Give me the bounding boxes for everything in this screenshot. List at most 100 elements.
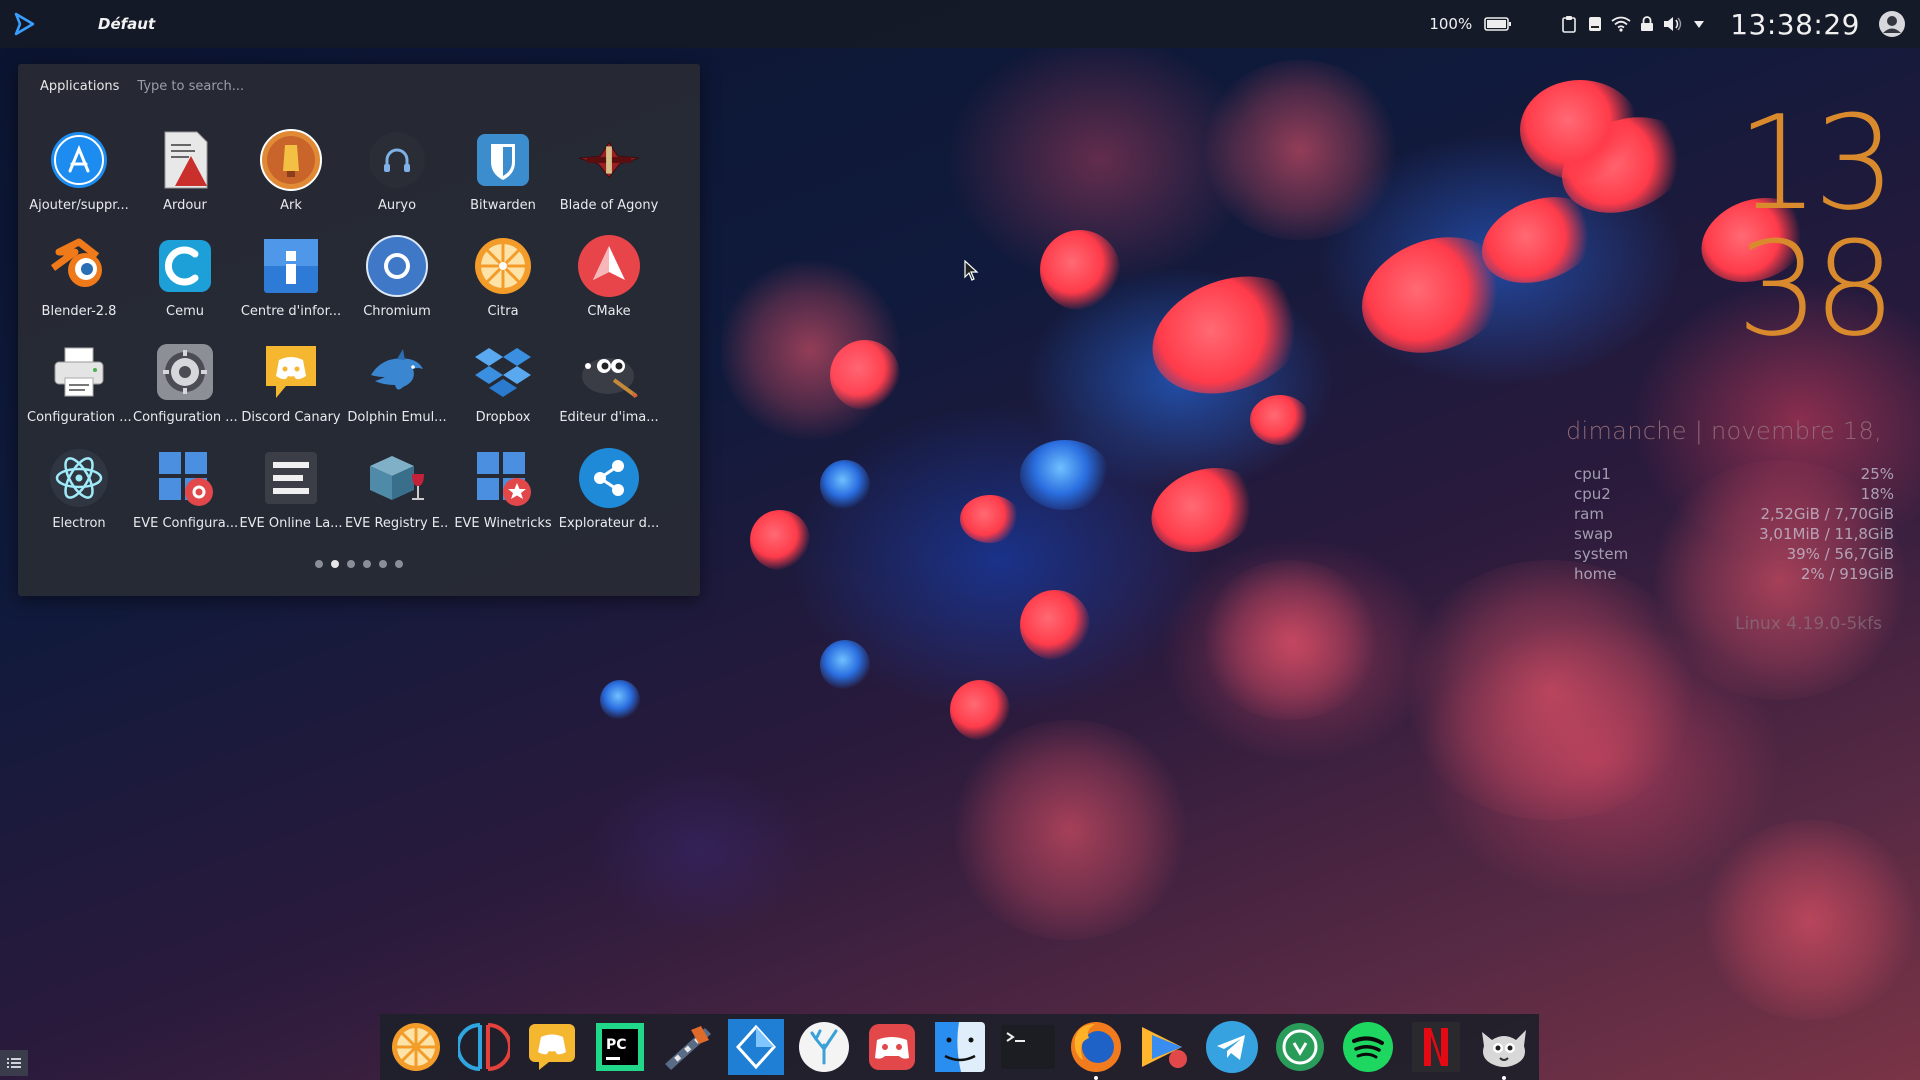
app-configuration-printer[interactable]: Configuration ... xyxy=(26,332,132,438)
sysmon-row: cpu2 18% xyxy=(1574,484,1894,504)
vpn-icon xyxy=(1276,1023,1324,1071)
app-blade-of-agony[interactable]: Blade of Agony xyxy=(556,120,662,226)
app-ark[interactable]: Ark xyxy=(238,120,344,226)
dock-item-media-player[interactable] xyxy=(1136,1019,1192,1075)
app-label: Configuration ... xyxy=(27,410,131,425)
app-citra[interactable]: Citra xyxy=(450,226,556,332)
battery-percent: 100% xyxy=(1429,15,1473,33)
dropbox-icon xyxy=(471,340,535,404)
clipboard-icon[interactable] xyxy=(1559,14,1579,34)
bitwarden-icon xyxy=(471,128,535,192)
dock-item-citra[interactable] xyxy=(388,1019,444,1075)
volume-icon[interactable] xyxy=(1663,14,1683,34)
page-dot[interactable] xyxy=(395,560,403,568)
clock-minutes: 38 xyxy=(1736,213,1896,365)
app-label: Centre d'infor... xyxy=(240,304,342,319)
user-icon[interactable] xyxy=(1878,10,1906,38)
page-dot[interactable] xyxy=(363,560,371,568)
dock-item-terminal[interactable] xyxy=(1000,1019,1056,1075)
sysmon-name: cpu2 xyxy=(1574,485,1611,503)
app-electron[interactable]: Electron xyxy=(26,438,132,544)
app-label: Éditeur d'ima... xyxy=(559,410,659,425)
dock-item-firefox[interactable] xyxy=(1068,1019,1124,1080)
terminal-icon xyxy=(1001,1025,1055,1069)
dock-item-gimp[interactable] xyxy=(1476,1019,1532,1080)
app-dolphin-emulator[interactable]: Dolphin Emul... xyxy=(344,332,450,438)
dock-item-finder[interactable] xyxy=(932,1019,988,1075)
sysmon-row: system 39% / 56,7GiB xyxy=(1574,544,1894,564)
dock-item-netflix[interactable] xyxy=(1408,1019,1464,1075)
app-label: EVE Configura... xyxy=(133,516,237,531)
app-eve-winetricks[interactable]: EVE Winetricks xyxy=(450,438,556,544)
app-editeur-image[interactable]: Éditeur d'ima... xyxy=(556,332,662,438)
app-eve-online-launcher[interactable]: EVE Online La... xyxy=(238,438,344,544)
dock-item-discord[interactable] xyxy=(524,1019,580,1075)
list-icon xyxy=(7,1058,21,1068)
page-dot[interactable] xyxy=(379,560,387,568)
search-input[interactable] xyxy=(137,72,658,100)
app-discord-canary[interactable]: Discord Canary xyxy=(238,332,344,438)
app-ardour[interactable]: Ardour xyxy=(132,120,238,226)
app-blender[interactable]: Blender-2.8 xyxy=(26,226,132,332)
page-indicator xyxy=(18,560,700,568)
page-dot[interactable] xyxy=(347,560,355,568)
sysmon-value: 3,01MiB / 11,8GiB xyxy=(1759,525,1894,543)
app-label: Blade of Agony xyxy=(559,198,659,213)
blade-of-agony-icon xyxy=(577,128,641,192)
share-explorer-icon xyxy=(577,446,641,510)
app-dropbox[interactable]: Dropbox xyxy=(450,332,556,438)
kernel-version: Linux 4.19.0-5kfs xyxy=(1735,614,1882,634)
app-ajouter-supprimer[interactable]: Ajouter/suppr... xyxy=(26,120,132,226)
show-desktop-button[interactable] xyxy=(0,1050,28,1076)
app-eve-registry-editor[interactable]: EVE Registry E... xyxy=(344,438,450,544)
dock-item-video-editor[interactable] xyxy=(660,1019,716,1075)
lock-icon[interactable] xyxy=(1637,14,1657,34)
activity-label[interactable]: Défaut xyxy=(98,15,155,33)
app-label: EVE Online La... xyxy=(239,516,343,531)
clock-hours: 13 xyxy=(1736,87,1896,239)
dock-item-game-controller[interactable] xyxy=(864,1019,920,1075)
battery-icon[interactable] xyxy=(1483,14,1513,34)
wifi-icon[interactable] xyxy=(1611,14,1631,34)
dock-item-sublime-merge[interactable] xyxy=(728,1019,784,1075)
panel-clock[interactable]: 13:38:29 xyxy=(1730,8,1860,41)
app-eve-configuration[interactable]: EVE Configura... xyxy=(132,438,238,544)
app-label: Auryo xyxy=(377,198,417,213)
app-cmake[interactable]: CMake xyxy=(556,226,662,332)
dock-item-telegram[interactable] xyxy=(1204,1019,1260,1075)
sysmon-value: 25% xyxy=(1860,465,1894,483)
page-dot[interactable] xyxy=(315,560,323,568)
dock-item-vpn[interactable] xyxy=(1272,1019,1328,1075)
appstore-icon xyxy=(47,128,111,192)
launcher-button[interactable] xyxy=(0,0,48,48)
app-label: Electron xyxy=(52,516,106,531)
telegram-icon xyxy=(1206,1021,1258,1073)
app-centre-information[interactable]: Centre d'infor... xyxy=(238,226,344,332)
play-logo-icon xyxy=(14,12,35,36)
drive-icon[interactable] xyxy=(1585,14,1605,34)
gimp-icon xyxy=(1482,1030,1526,1067)
app-explorateur[interactable]: Explorateur d... xyxy=(556,438,662,544)
app-label: Cemu xyxy=(166,304,204,319)
app-bitwarden[interactable]: Bitwarden xyxy=(450,120,556,226)
app-chromium[interactable]: Chromium xyxy=(344,226,450,332)
app-configuration-system[interactable]: Configuration ... xyxy=(132,332,238,438)
settings-icon xyxy=(153,340,217,404)
spotify-icon xyxy=(1343,1022,1393,1072)
app-cemu[interactable]: Cemu xyxy=(132,226,238,332)
dock: PC xyxy=(380,1014,1539,1080)
cmake-icon xyxy=(577,234,641,298)
app-auryo[interactable]: Auryo xyxy=(344,120,450,226)
page-dot-active[interactable] xyxy=(331,560,339,568)
app-label: Dropbox xyxy=(475,410,531,425)
system-tray: 100% 13:38:29 xyxy=(1429,0,1920,48)
menu-header: Applications xyxy=(18,64,700,108)
dock-item-coral[interactable] xyxy=(796,1019,852,1075)
dock-item-spotify[interactable] xyxy=(1340,1019,1396,1075)
electron-icon xyxy=(47,446,111,510)
sysmon-row: home 2% / 919GiB xyxy=(1574,564,1894,584)
dock-item-yuzu[interactable] xyxy=(456,1019,512,1075)
dock-item-pycharm[interactable]: PC xyxy=(592,1019,648,1075)
tray-expand-icon[interactable] xyxy=(1689,14,1709,34)
tab-applications[interactable]: Applications xyxy=(40,79,119,94)
